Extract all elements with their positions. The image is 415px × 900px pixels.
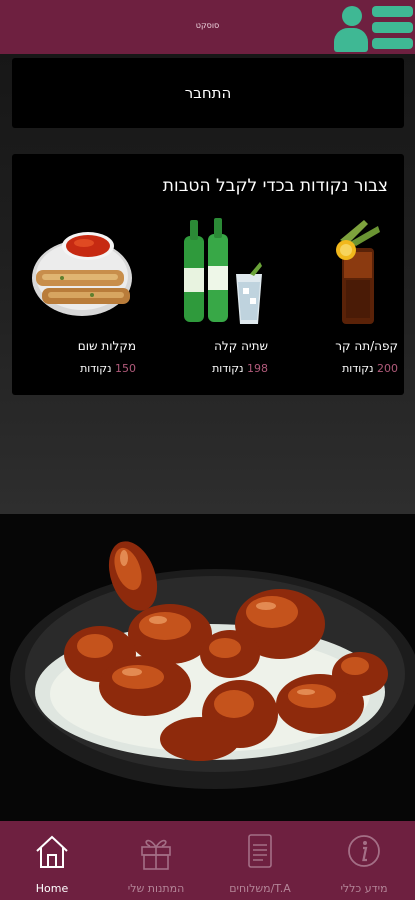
hero-food-image xyxy=(0,514,415,821)
reward-points: 198 נקודות xyxy=(212,362,268,375)
reward-name: מקלות שום xyxy=(77,339,136,353)
menu-icon xyxy=(248,834,272,868)
hamburger-menu-icon[interactable] xyxy=(372,6,413,50)
tab-label: Home xyxy=(35,882,69,895)
tab-label: המתנות שלי xyxy=(127,882,185,895)
tab-info[interactable]: מידע כללי xyxy=(312,821,415,900)
reward-item-garlic-sticks[interactable]: מקלות שום 150 נקודות xyxy=(28,216,136,381)
reward-points: 200 נקודות xyxy=(342,362,398,375)
reward-points: 150 נקודות xyxy=(80,362,136,375)
user-icon[interactable] xyxy=(334,6,368,52)
reward-name: שתיה קלה xyxy=(214,339,268,353)
tab-label: מידע כללי xyxy=(340,882,388,895)
info-icon xyxy=(348,835,380,867)
garlic-sticks-image xyxy=(32,232,132,316)
top-bar: סוסקט xyxy=(0,0,415,54)
rewards-card: צבור נקודות בכדי לקבל הטבות מקלות שום 15… xyxy=(12,154,404,395)
reward-item-soft-drink[interactable]: שתיה קלה 198 נקודות xyxy=(160,216,268,381)
reward-name: קפה/תה קר xyxy=(335,339,398,353)
login-button[interactable]: התחבר xyxy=(12,58,404,128)
tab-gifts[interactable]: המתנות שלי xyxy=(104,821,208,900)
gift-icon xyxy=(141,839,171,870)
tab-label: משלוחים/T.A xyxy=(229,882,291,895)
iced-tea-image xyxy=(336,220,380,324)
tab-delivery[interactable]: משלוחים/T.A xyxy=(208,821,312,900)
rewards-title: צבור נקודות בכדי לקבל הטבות xyxy=(162,176,388,196)
home-icon xyxy=(36,835,68,868)
reward-item-iced-tea[interactable]: קפה/תה קר 200 נקודות xyxy=(290,216,398,381)
tab-home[interactable]: Home xyxy=(0,821,104,900)
bottom-nav: Home המתנות שלי משלוחים/T.A מידע כללי xyxy=(0,821,415,900)
soft-drink-image xyxy=(184,218,262,324)
